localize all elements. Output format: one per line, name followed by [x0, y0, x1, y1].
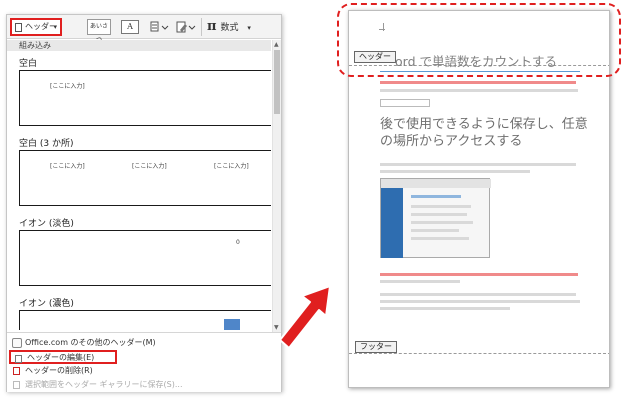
- header-doc-icon: [15, 23, 22, 32]
- footer-boundary: [349, 353, 609, 354]
- header-gallery-dropdown: ヘッダー ▾ あいさつ A π数式 ▾ 組み込み 空白: [6, 14, 282, 392]
- scroll-up-icon[interactable]: ▲: [274, 41, 279, 48]
- text-line: [380, 280, 460, 283]
- placeholder-text: [ここに入力]: [214, 163, 249, 170]
- page-number-block: 0: [224, 319, 240, 330]
- embedded-screenshot: [380, 178, 491, 258]
- delete-header-icon: [13, 367, 20, 375]
- gallery-item-label: 空白: [19, 59, 38, 69]
- text-line: [380, 170, 530, 173]
- header-button[interactable]: ヘッダー ▾: [10, 18, 62, 36]
- textbox-button[interactable]: A: [121, 20, 139, 34]
- text-line: [411, 195, 461, 198]
- menu-item-label: ヘッダーの編集(E): [27, 353, 95, 362]
- text-line: [380, 300, 580, 303]
- inner-titlebar: [381, 179, 491, 188]
- quick-parts-button[interactable]: [149, 19, 171, 35]
- equation-label: 数式: [220, 23, 239, 33]
- edit-header-icon: [15, 355, 22, 363]
- placeholder-text: [ここに入力]: [132, 163, 167, 170]
- document-heading: 後で使用できるように保存し、任意の場所からアクセスする: [380, 117, 588, 149]
- header-template-blank-three[interactable]: [ここに入力] [ここに入力] [ここに入力]: [19, 150, 271, 206]
- signature-icon: [176, 21, 196, 33]
- scroll-thumb[interactable]: [274, 50, 280, 114]
- footer-tag: フッター: [355, 341, 397, 353]
- inline-field: [380, 99, 430, 107]
- menu-item-label: 選択範囲をヘッダー ギャラリーに保存(S)...: [25, 380, 183, 389]
- header-gallery: 組み込み 空白 [ここに入力] 空白 (3 か所) [ここに入力] [ここに入力…: [7, 40, 271, 330]
- text-line: [411, 237, 469, 240]
- header-template-ion-dark[interactable]: 0: [19, 310, 271, 330]
- builtin-section-label: 組み込み: [7, 40, 271, 51]
- text-line: [411, 229, 459, 232]
- page-number-text: 0: [236, 239, 240, 246]
- menu-item-delete-header[interactable]: ヘッダーの削除(R): [9, 364, 279, 378]
- text-line: [380, 81, 576, 84]
- equation-button[interactable]: π 数式 ▾: [207, 19, 253, 35]
- text-line: [380, 89, 578, 92]
- greeting-button[interactable]: あいさつ: [87, 19, 111, 44]
- menu-item-more-headers[interactable]: Office.com のその他のヘッダー(M): [9, 336, 279, 350]
- ribbon-separator: [201, 18, 202, 36]
- quick-parts-icon: [150, 21, 169, 32]
- placeholder-text: [ここに入力]: [50, 83, 85, 90]
- header-template-ion-light[interactable]: 0: [19, 230, 271, 286]
- pi-icon: π: [207, 19, 217, 34]
- header-button-label: ヘッダー: [25, 22, 57, 31]
- menu-item-label: ヘッダーの削除(R): [25, 366, 93, 375]
- menu-item-edit-header[interactable]: ヘッダーの編集(E): [9, 350, 117, 364]
- save-to-gallery-icon: [13, 381, 20, 389]
- menu-item-label: Office.com のその他のヘッダー(M): [25, 338, 156, 347]
- header-highlight-outline: [337, 3, 621, 77]
- header-menu: Office.com のその他のヘッダー(M) ヘッダーの編集(E) ヘッダーの…: [7, 332, 281, 392]
- arrow-icon: [279, 285, 331, 349]
- gallery-item-label: 空白 (3 か所): [19, 139, 74, 149]
- placeholder-text: [ここに入力]: [50, 163, 85, 170]
- text-line: [411, 205, 471, 208]
- menu-item-save-selection: 選択範囲をヘッダー ギャラリーに保存(S)...: [9, 378, 279, 392]
- chevron-down-icon: ▾: [53, 23, 57, 31]
- text-line: [380, 273, 578, 276]
- header-template-blank[interactable]: [ここに入力]: [19, 70, 271, 126]
- text-line: [380, 163, 576, 166]
- text-line: [380, 307, 510, 310]
- signature-line-button[interactable]: [175, 19, 197, 35]
- gallery-item-label: イオン (淡色): [19, 219, 74, 229]
- text-line: [411, 213, 467, 216]
- gallery-item-label: イオン (濃色): [19, 299, 74, 309]
- chevron-down-icon: ▾: [247, 24, 251, 32]
- ribbon-toolbar: ヘッダー ▾ あいさつ A π数式 ▾: [7, 15, 281, 44]
- office-icon: [12, 338, 22, 348]
- text-line: [380, 293, 576, 296]
- inner-sidebar: [381, 188, 403, 258]
- text-line: [411, 221, 473, 224]
